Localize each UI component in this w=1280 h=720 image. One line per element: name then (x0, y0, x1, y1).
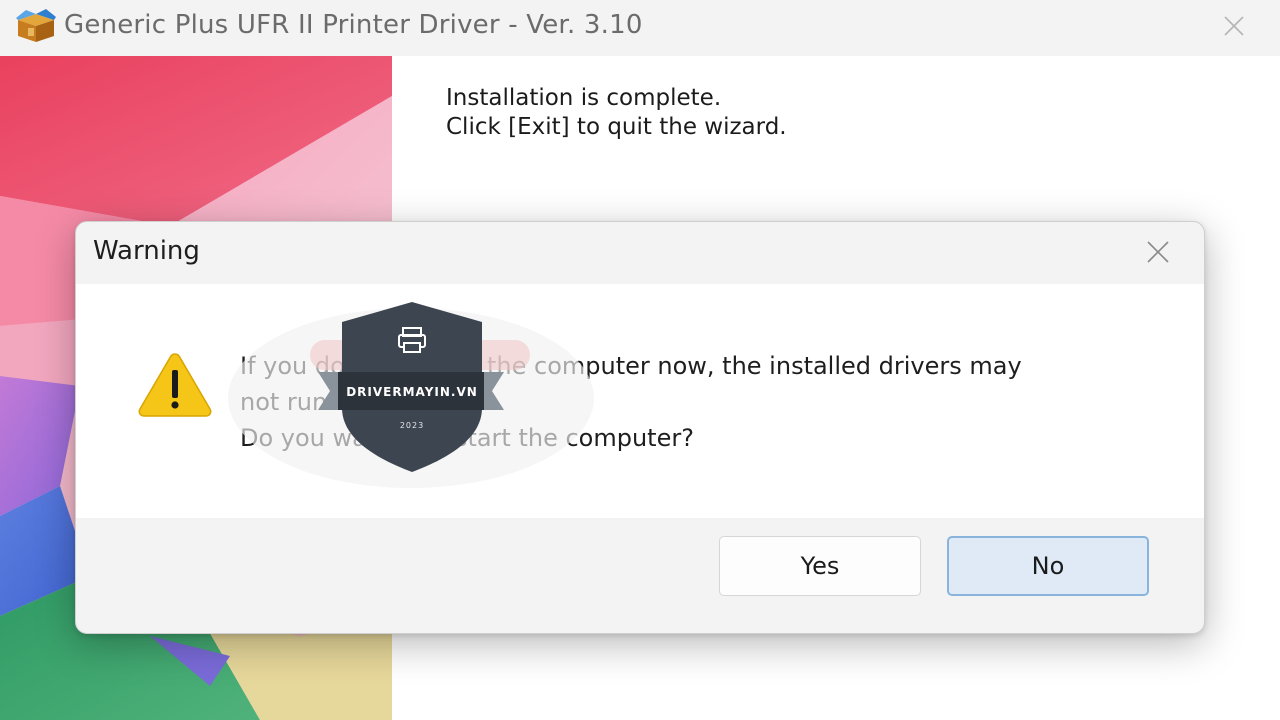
dialog-message: If you do not restart the computer now, … (240, 348, 1150, 456)
message-line-2: not run correctly. (240, 388, 444, 416)
dialog-close-icon[interactable] (1136, 234, 1180, 270)
warning-dialog: Warning If you do not restart the comput… (75, 221, 1205, 634)
window-title: Generic Plus UFR II Printer Driver - Ver… (64, 10, 643, 40)
installation-message: Installation is complete. Click [Exit] t… (446, 84, 787, 142)
dialog-body: If you do not restart the computer now, … (76, 284, 1204, 518)
installation-complete-text: Installation is complete. (446, 85, 722, 111)
warning-triangle-icon (138, 353, 212, 417)
exit-instruction-text: Click [Exit] to quit the wizard. (446, 114, 787, 140)
message-line-1: If you do not restart the computer now, … (240, 352, 1022, 380)
yes-button[interactable]: Yes (719, 536, 921, 596)
window-titlebar: Generic Plus UFR II Printer Driver - Ver… (0, 0, 1280, 57)
close-icon[interactable] (1214, 8, 1254, 44)
no-button[interactable]: No (947, 536, 1149, 596)
dialog-title: Warning (93, 236, 200, 266)
package-box-icon (16, 9, 56, 42)
message-line-3: Do you want to restart the computer? (240, 424, 694, 452)
